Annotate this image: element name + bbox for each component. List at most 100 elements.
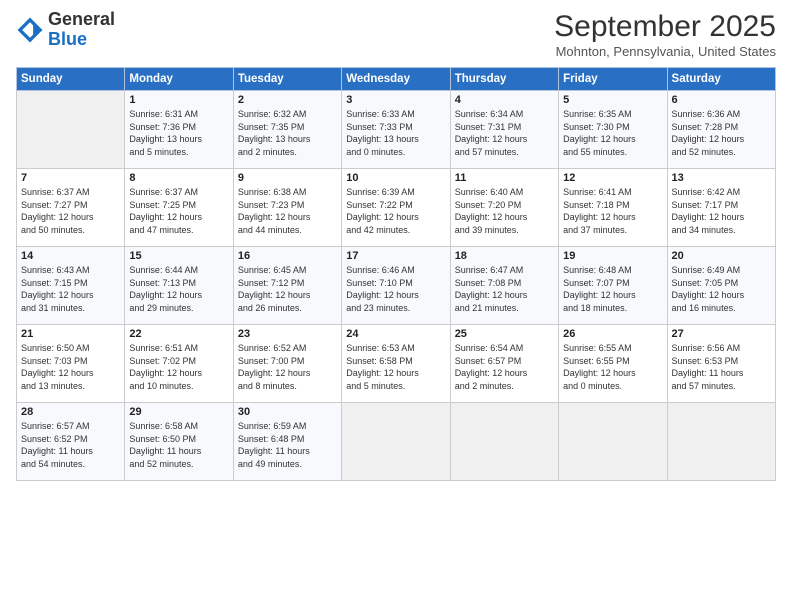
week-row-5: 28 Sunrise: 6:57 AMSunset: 6:52 PMDayligh… <box>17 403 776 481</box>
cell-2-4: 10 Sunrise: 6:39 AMSunset: 7:22 PMDayligh… <box>342 169 450 247</box>
cell-3-1: 14Sunrise: 6:43 AMSunset: 7:15 PMDayligh… <box>17 247 125 325</box>
day-number: 29 <box>129 406 228 418</box>
cell-5-5 <box>450 403 558 481</box>
day-number: 25 <box>455 328 554 340</box>
cell-info: Sunrise: 6:45 AMSunset: 7:12 PMDaylight:… <box>238 264 337 314</box>
cell-2-7: 13 Sunrise: 6:42 AMSunset: 7:17 PMDayligh… <box>667 169 775 247</box>
day-number: 7 <box>21 172 120 184</box>
cell-1-3: 2 Sunrise: 6:32 AMSunset: 7:35 PMDaylight… <box>233 91 341 169</box>
week-row-2: 7 Sunrise: 6:37 AMSunset: 7:27 PMDaylight… <box>17 169 776 247</box>
cell-info: Sunrise: 6:59 AMSunset: 6:48 PMDaylight:… <box>238 420 337 470</box>
cell-1-1 <box>17 91 125 169</box>
day-number: 17 <box>346 250 445 262</box>
day-number: 2 <box>238 94 337 106</box>
cell-info: Sunrise: 6:57 AMSunset: 6:52 PMDaylight:… <box>21 420 120 470</box>
day-number: 1 <box>129 94 228 106</box>
cell-info: Sunrise: 6:53 AMSunset: 6:58 PMDaylight:… <box>346 342 445 392</box>
cell-3-3: 16 Sunrise: 6:45 AMSunset: 7:12 PMDayligh… <box>233 247 341 325</box>
cell-info: Sunrise: 6:31 AMSunset: 7:36 PMDaylight:… <box>129 108 228 158</box>
cell-info: Sunrise: 6:51 AMSunset: 7:02 PMDaylight:… <box>129 342 228 392</box>
cell-info: Sunrise: 6:44 AMSunset: 7:13 PMDaylight:… <box>129 264 228 314</box>
day-number: 10 <box>346 172 445 184</box>
cell-info: Sunrise: 6:37 AMSunset: 7:27 PMDaylight:… <box>21 186 120 236</box>
cell-info: Sunrise: 6:55 AMSunset: 6:55 PMDaylight:… <box>563 342 662 392</box>
cell-5-7 <box>667 403 775 481</box>
day-number: 27 <box>672 328 771 340</box>
day-number: 8 <box>129 172 228 184</box>
cell-info: Sunrise: 6:40 AMSunset: 7:20 PMDaylight:… <box>455 186 554 236</box>
header: General Blue September 2025 Mohnton, Pen… <box>16 10 776 59</box>
day-number: 15 <box>129 250 228 262</box>
cell-3-5: 18 Sunrise: 6:47 AMSunset: 7:08 PMDayligh… <box>450 247 558 325</box>
calendar-page: General Blue September 2025 Mohnton, Pen… <box>0 0 792 612</box>
day-number: 20 <box>672 250 771 262</box>
cell-info: Sunrise: 6:37 AMSunset: 7:25 PMDaylight:… <box>129 186 228 236</box>
cell-4-1: 21 Sunrise: 6:50 AMSunset: 7:03 PMDayligh… <box>17 325 125 403</box>
logo-text: General Blue <box>48 10 115 50</box>
cell-3-2: 15 Sunrise: 6:44 AMSunset: 7:13 PMDayligh… <box>125 247 233 325</box>
cell-5-4 <box>342 403 450 481</box>
cell-1-4: 3 Sunrise: 6:33 AMSunset: 7:33 PMDaylight… <box>342 91 450 169</box>
cell-3-6: 19 Sunrise: 6:48 AMSunset: 7:07 PMDayligh… <box>559 247 667 325</box>
cell-info: Sunrise: 6:47 AMSunset: 7:08 PMDaylight:… <box>455 264 554 314</box>
col-monday: Monday <box>125 68 233 91</box>
day-number: 11 <box>455 172 554 184</box>
day-number: 13 <box>672 172 771 184</box>
cell-info: Sunrise: 6:35 AMSunset: 7:30 PMDaylight:… <box>563 108 662 158</box>
day-number: 16 <box>238 250 337 262</box>
cell-info: Sunrise: 6:34 AMSunset: 7:31 PMDaylight:… <box>455 108 554 158</box>
cell-info: Sunrise: 6:36 AMSunset: 7:28 PMDaylight:… <box>672 108 771 158</box>
header-row: Sunday Monday Tuesday Wednesday Thursday… <box>17 68 776 91</box>
day-number: 28 <box>21 406 120 418</box>
cell-info: Sunrise: 6:41 AMSunset: 7:18 PMDaylight:… <box>563 186 662 236</box>
col-tuesday: Tuesday <box>233 68 341 91</box>
cell-info: Sunrise: 6:56 AMSunset: 6:53 PMDaylight:… <box>672 342 771 392</box>
cell-2-3: 9 Sunrise: 6:38 AMSunset: 7:23 PMDaylight… <box>233 169 341 247</box>
logo-blue: Blue <box>48 29 87 49</box>
cell-5-6 <box>559 403 667 481</box>
day-number: 26 <box>563 328 662 340</box>
cell-info: Sunrise: 6:50 AMSunset: 7:03 PMDaylight:… <box>21 342 120 392</box>
cell-4-3: 23 Sunrise: 6:52 AMSunset: 7:00 PMDayligh… <box>233 325 341 403</box>
day-number: 12 <box>563 172 662 184</box>
cell-2-1: 7 Sunrise: 6:37 AMSunset: 7:27 PMDaylight… <box>17 169 125 247</box>
cell-info: Sunrise: 6:52 AMSunset: 7:00 PMDaylight:… <box>238 342 337 392</box>
cell-4-4: 24 Sunrise: 6:53 AMSunset: 6:58 PMDayligh… <box>342 325 450 403</box>
cell-5-1: 28 Sunrise: 6:57 AMSunset: 6:52 PMDayligh… <box>17 403 125 481</box>
cell-info: Sunrise: 6:38 AMSunset: 7:23 PMDaylight:… <box>238 186 337 236</box>
day-number: 9 <box>238 172 337 184</box>
cell-4-5: 25Sunrise: 6:54 AMSunset: 6:57 PMDayligh… <box>450 325 558 403</box>
cell-info: Sunrise: 6:49 AMSunset: 7:05 PMDaylight:… <box>672 264 771 314</box>
day-number: 18 <box>455 250 554 262</box>
logo-icon <box>16 16 44 44</box>
day-number: 30 <box>238 406 337 418</box>
cell-1-6: 5Sunrise: 6:35 AMSunset: 7:30 PMDaylight… <box>559 91 667 169</box>
cell-info: Sunrise: 6:58 AMSunset: 6:50 PMDaylight:… <box>129 420 228 470</box>
day-number: 3 <box>346 94 445 106</box>
cell-4-6: 26 Sunrise: 6:55 AMSunset: 6:55 PMDayligh… <box>559 325 667 403</box>
day-number: 23 <box>238 328 337 340</box>
calendar-table: Sunday Monday Tuesday Wednesday Thursday… <box>16 67 776 481</box>
cell-3-4: 17Sunrise: 6:46 AMSunset: 7:10 PMDayligh… <box>342 247 450 325</box>
col-sunday: Sunday <box>17 68 125 91</box>
cell-info: Sunrise: 6:33 AMSunset: 7:33 PMDaylight:… <box>346 108 445 158</box>
cell-4-7: 27 Sunrise: 6:56 AMSunset: 6:53 PMDayligh… <box>667 325 775 403</box>
cell-info: Sunrise: 6:42 AMSunset: 7:17 PMDaylight:… <box>672 186 771 236</box>
col-saturday: Saturday <box>667 68 775 91</box>
logo: General Blue <box>16 10 115 50</box>
col-friday: Friday <box>559 68 667 91</box>
day-number: 22 <box>129 328 228 340</box>
cell-info: Sunrise: 6:39 AMSunset: 7:22 PMDaylight:… <box>346 186 445 236</box>
month-title: September 2025 <box>554 10 776 44</box>
day-number: 24 <box>346 328 445 340</box>
day-number: 21 <box>21 328 120 340</box>
cell-1-2: 1 Sunrise: 6:31 AMSunset: 7:36 PMDaylight… <box>125 91 233 169</box>
cell-info: Sunrise: 6:32 AMSunset: 7:35 PMDaylight:… <box>238 108 337 158</box>
cell-5-3: 30 Sunrise: 6:59 AMSunset: 6:48 PMDayligh… <box>233 403 341 481</box>
cell-info: Sunrise: 6:48 AMSunset: 7:07 PMDaylight:… <box>563 264 662 314</box>
cell-2-2: 8 Sunrise: 6:37 AMSunset: 7:25 PMDaylight… <box>125 169 233 247</box>
week-row-4: 21 Sunrise: 6:50 AMSunset: 7:03 PMDayligh… <box>17 325 776 403</box>
day-number: 19 <box>563 250 662 262</box>
col-wednesday: Wednesday <box>342 68 450 91</box>
cell-1-7: 6Sunrise: 6:36 AMSunset: 7:28 PMDaylight… <box>667 91 775 169</box>
